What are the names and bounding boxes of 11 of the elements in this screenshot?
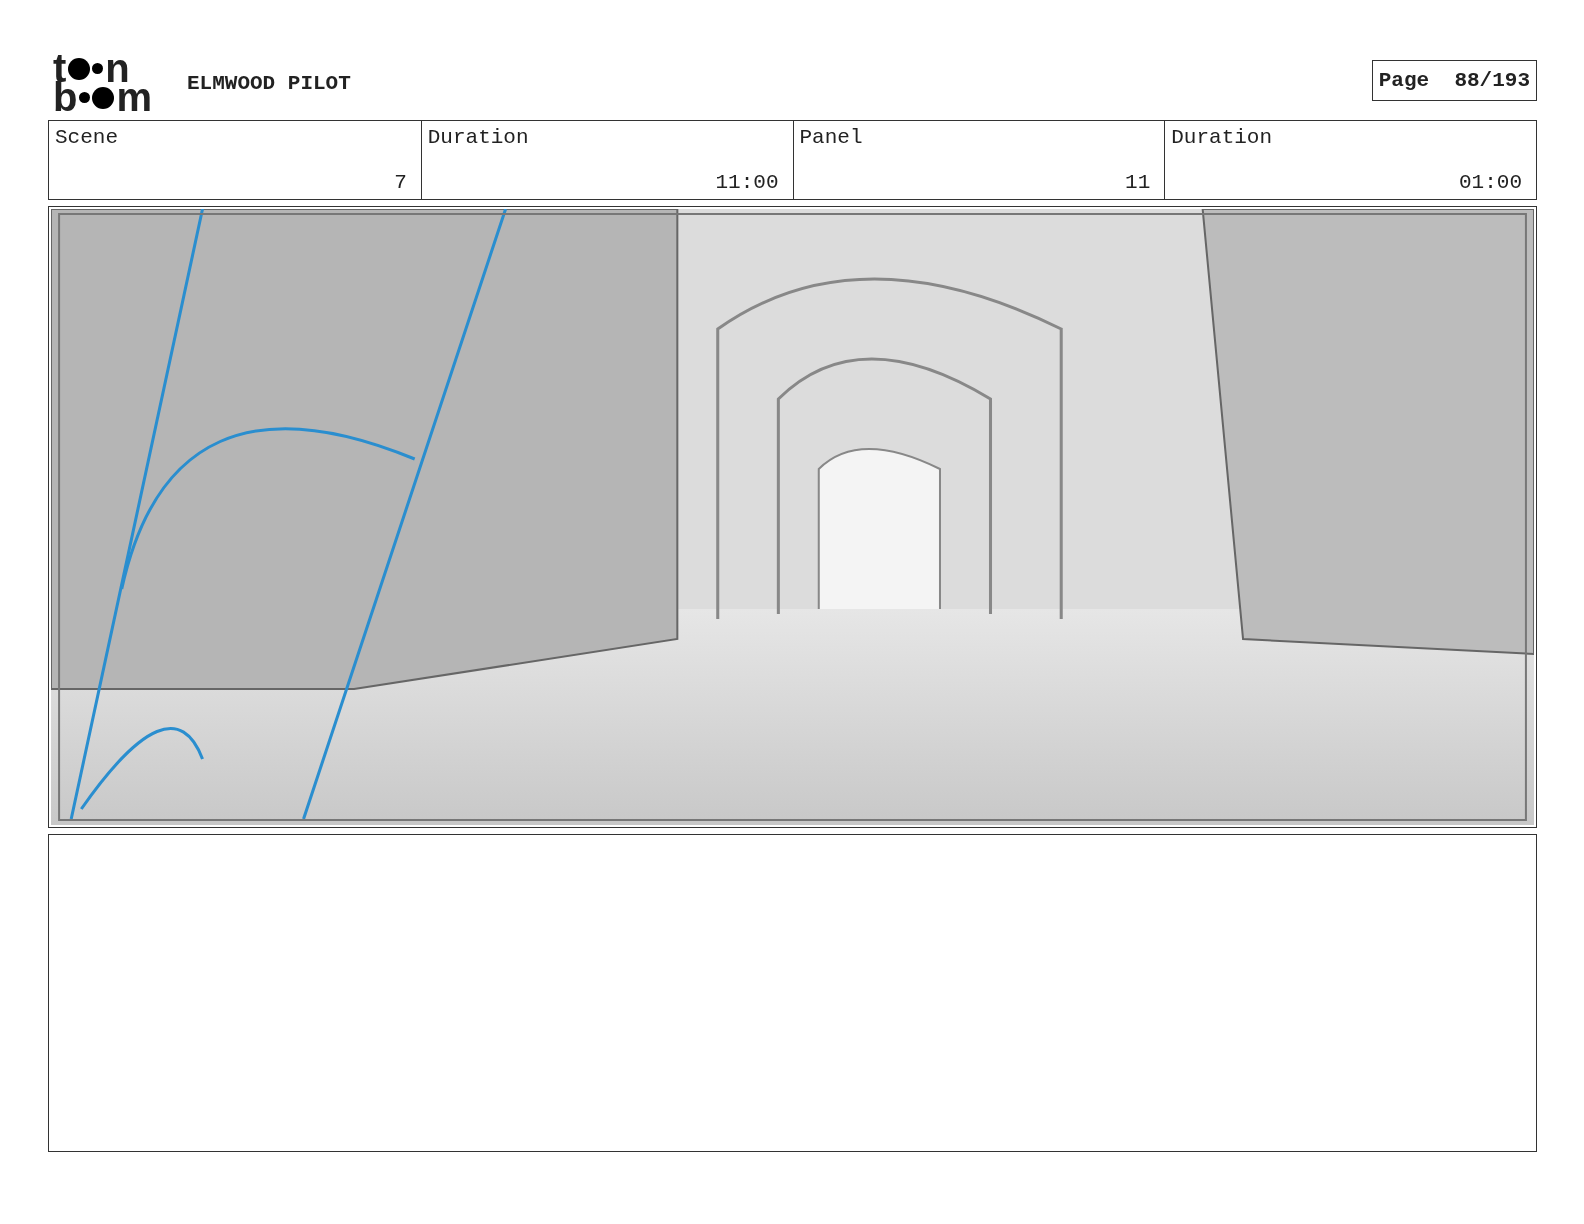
field-value: 11:00 [715, 171, 779, 194]
field-label: Duration [1171, 126, 1274, 149]
logo: t n b m [53, 54, 153, 112]
field-value: 7 [394, 171, 407, 194]
page-number: Page 88/193 [1371, 59, 1537, 101]
project-title: ELMWOOD PILOT [187, 71, 352, 95]
field-label: Scene [55, 126, 119, 149]
field-label: Duration [427, 126, 530, 149]
field-value: 11 [1125, 171, 1151, 194]
field-value: 01:00 [1459, 171, 1522, 194]
field-label: Panel [799, 126, 864, 149]
